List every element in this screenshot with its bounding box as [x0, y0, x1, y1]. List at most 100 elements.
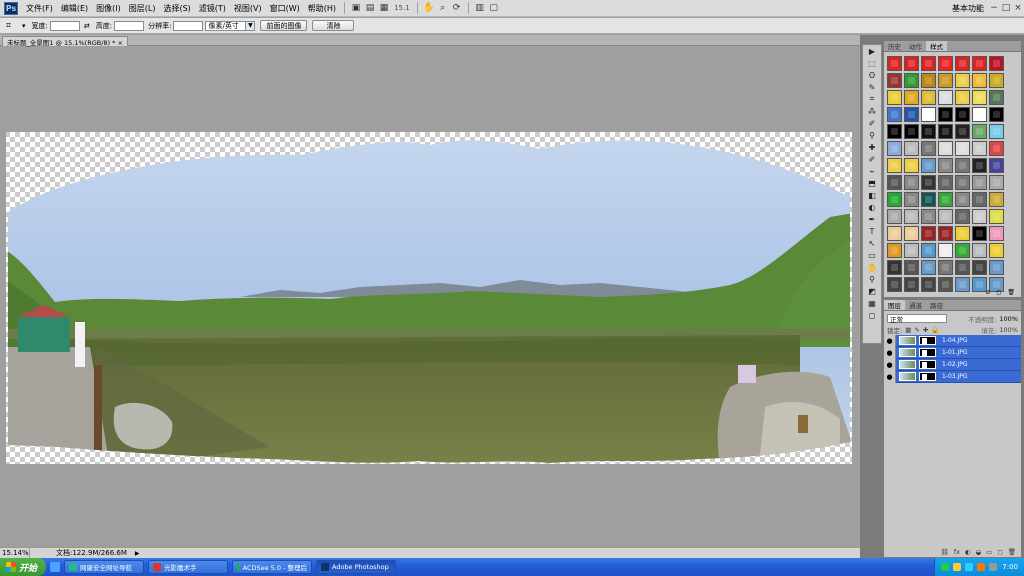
style-swatch[interactable]: [938, 90, 953, 105]
style-swatch[interactable]: [972, 243, 987, 258]
menu-filter[interactable]: 滤镜(T): [195, 3, 230, 14]
layers-footer-icon-3[interactable]: ◒: [976, 548, 982, 556]
menu-file[interactable]: 文件(F): [22, 3, 57, 14]
style-swatch[interactable]: [972, 226, 987, 241]
taskbar-task[interactable]: 网康安全网址导航: [64, 560, 144, 574]
style-swatch[interactable]: [921, 226, 936, 241]
style-swatch[interactable]: [972, 141, 987, 156]
layers-footer-icon-5[interactable]: ◻: [997, 548, 1002, 556]
tray-app-icon[interactable]: [965, 563, 974, 571]
window-restore-button[interactable]: □: [1000, 3, 1012, 13]
style-swatch[interactable]: [921, 56, 936, 71]
zoom-tool-icon[interactable]: ⌕: [436, 2, 450, 14]
style-swatch[interactable]: [955, 56, 970, 71]
style-swatch[interactable]: [904, 226, 919, 241]
style-swatch[interactable]: [887, 141, 902, 156]
style-swatch[interactable]: [921, 107, 936, 122]
style-swatch[interactable]: [972, 73, 987, 88]
style-swatch[interactable]: [921, 90, 936, 105]
style-swatch[interactable]: [887, 56, 902, 71]
style-swatch[interactable]: [938, 158, 953, 173]
tool-20-icon[interactable]: ◩: [863, 285, 881, 297]
style-swatch[interactable]: [921, 175, 936, 190]
tray-app-icon[interactable]: [941, 563, 950, 571]
tool-8-icon[interactable]: ✚: [863, 141, 881, 153]
visibility-eye-icon[interactable]: ●: [884, 358, 896, 371]
style-swatch[interactable]: [955, 158, 970, 173]
view-extras-icon[interactable]: ▦: [377, 2, 391, 14]
quick-launch-browser-icon[interactable]: [50, 562, 60, 572]
taskbar-task[interactable]: 光影魔术手: [148, 560, 228, 574]
tool-15-icon[interactable]: T: [863, 225, 881, 237]
tool-0-icon[interactable]: ▶: [863, 45, 881, 57]
swap-dimensions-icon[interactable]: ⇄: [84, 22, 90, 30]
style-swatch[interactable]: [887, 175, 902, 190]
visibility-eye-icon[interactable]: ●: [884, 334, 896, 347]
visibility-eye-icon[interactable]: ●: [884, 346, 896, 359]
style-swatch[interactable]: [989, 192, 1004, 207]
style-swatch[interactable]: [938, 226, 953, 241]
style-swatch[interactable]: [989, 124, 1004, 139]
style-swatch[interactable]: [904, 73, 919, 88]
menu-image[interactable]: 图像(I): [92, 3, 125, 14]
style-swatch[interactable]: [955, 192, 970, 207]
style-swatch[interactable]: [938, 192, 953, 207]
tab-channels[interactable]: 通道: [905, 300, 926, 310]
menu-window[interactable]: 窗口(W): [266, 3, 304, 14]
crop-tool-preset-icon[interactable]: ⌗: [6, 21, 20, 31]
tray-app-icon[interactable]: [989, 563, 998, 571]
tray-app-icon[interactable]: [953, 563, 962, 571]
tab-history[interactable]: 历史: [884, 41, 905, 51]
window-close-button[interactable]: ×: [1012, 3, 1024, 13]
panorama-canvas[interactable]: [0, 47, 860, 547]
tool-16-icon[interactable]: ↖: [863, 237, 881, 249]
style-swatch[interactable]: [989, 260, 1004, 275]
style-swatch[interactable]: [972, 175, 987, 190]
style-swatch[interactable]: [904, 124, 919, 139]
chevron-right-icon[interactable]: ▶: [135, 550, 140, 557]
style-swatch[interactable]: [921, 141, 936, 156]
menu-view[interactable]: 视图(V): [230, 3, 266, 14]
style-swatch[interactable]: [938, 124, 953, 139]
layers-footer-icon-4[interactable]: ▭: [986, 548, 992, 556]
menu-layer[interactable]: 图层(L): [125, 3, 160, 14]
style-swatch[interactable]: [938, 175, 953, 190]
layers-footer-icon-2[interactable]: ◐: [965, 548, 971, 556]
style-swatch[interactable]: [887, 73, 902, 88]
style-swatch[interactable]: [904, 141, 919, 156]
visibility-eye-icon[interactable]: ●: [884, 370, 896, 383]
tool-1-icon[interactable]: ⬚: [863, 57, 881, 69]
resolution-unit-select[interactable]: 像素/英寸 ▼: [205, 20, 256, 31]
style-swatch[interactable]: [938, 260, 953, 275]
tool-13-icon[interactable]: ◐: [863, 201, 881, 213]
style-swatch[interactable]: [955, 141, 970, 156]
taskbar-task[interactable]: Adobe Photoshop: [316, 560, 396, 574]
style-swatch[interactable]: [989, 107, 1004, 122]
styles-footer-icon-2[interactable]: 🗑: [1007, 289, 1015, 296]
tool-6-icon[interactable]: ✐: [863, 117, 881, 129]
workspace-switcher[interactable]: 基本功能: [948, 3, 988, 14]
style-swatch[interactable]: [887, 107, 902, 122]
front-image-button[interactable]: 前面的图像: [260, 20, 308, 31]
style-swatch[interactable]: [887, 124, 902, 139]
style-swatch[interactable]: [887, 260, 902, 275]
start-button[interactable]: 开始: [0, 558, 46, 576]
tool-9-icon[interactable]: ✐: [863, 153, 881, 165]
style-swatch[interactable]: [955, 243, 970, 258]
style-swatch[interactable]: [887, 243, 902, 258]
hand-tool-icon[interactable]: ✋: [422, 2, 436, 14]
style-swatch[interactable]: [989, 226, 1004, 241]
style-swatch[interactable]: [972, 107, 987, 122]
layers-footer-icon-1[interactable]: fx: [954, 548, 960, 556]
style-swatch[interactable]: [887, 90, 902, 105]
menu-edit[interactable]: 编辑(E): [57, 3, 92, 14]
style-swatch[interactable]: [921, 73, 936, 88]
style-swatch[interactable]: [921, 158, 936, 173]
tab-layers[interactable]: 图层: [884, 300, 905, 310]
opacity-value[interactable]: 100%: [999, 315, 1018, 323]
style-swatch[interactable]: [938, 56, 953, 71]
style-swatch[interactable]: [887, 226, 902, 241]
style-swatch[interactable]: [989, 56, 1004, 71]
tool-18-icon[interactable]: ✋: [863, 261, 881, 273]
style-swatch[interactable]: [921, 192, 936, 207]
